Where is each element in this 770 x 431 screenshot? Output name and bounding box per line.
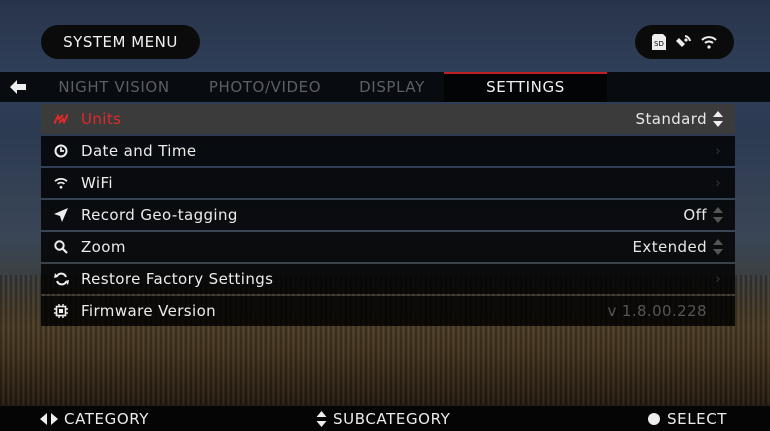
setting-label: Zoom xyxy=(81,238,126,256)
setting-label: Units xyxy=(81,110,122,128)
hint-select-label: SELECT xyxy=(667,409,728,428)
select-dot-icon xyxy=(648,412,660,425)
chevron-right-icon: › xyxy=(715,175,721,191)
ruler-arrows-icon xyxy=(41,114,81,124)
setting-label: Record Geo-tagging xyxy=(81,206,238,224)
viewfinder-screen: SYSTEM MENU SD NIGHT VISION PHOTO/VIDEO … xyxy=(0,0,770,431)
tab-night-vision[interactable]: NIGHT VISION xyxy=(40,72,188,102)
setting-row-date-time[interactable]: Date and Time › xyxy=(41,136,735,166)
wifi-icon xyxy=(41,177,81,189)
svg-text:SD: SD xyxy=(654,40,664,48)
firmware-version-value: v 1.8.00.228 xyxy=(607,302,707,320)
tab-photo-video[interactable]: PHOTO/VIDEO xyxy=(190,72,340,102)
setting-label: Firmware Version xyxy=(81,302,217,320)
wifi-icon xyxy=(701,35,717,49)
updown-arrows-icon xyxy=(713,207,723,223)
chevron-right-icon: › xyxy=(715,143,721,159)
setting-value[interactable]: Extended xyxy=(633,238,735,256)
hint-category: CATEGORY xyxy=(40,406,149,431)
hint-subcategory-label: SUBCATEGORY xyxy=(333,409,451,428)
setting-row-zoom[interactable]: Zoom Extended xyxy=(41,232,735,262)
chevron-right-icon: › xyxy=(715,271,721,287)
system-menu-title: SYSTEM MENU xyxy=(41,25,200,59)
setting-row-restore-factory[interactable]: Restore Factory Settings › xyxy=(41,264,735,294)
chip-icon xyxy=(41,304,81,318)
search-icon xyxy=(41,240,81,254)
setting-row-units[interactable]: Units Standard xyxy=(41,104,735,134)
setting-value[interactable]: Off xyxy=(683,206,735,224)
location-arrow-icon xyxy=(41,208,81,222)
setting-label: WiFi xyxy=(81,174,113,192)
clock-icon xyxy=(41,144,81,158)
setting-label: Date and Time xyxy=(81,142,197,160)
setting-label: Restore Factory Settings xyxy=(81,270,274,288)
hint-subcategory: SUBCATEGORY xyxy=(316,406,450,431)
settings-list: Units Standard Date and Time › WiFi › Re… xyxy=(41,104,735,328)
setting-row-geo-tagging[interactable]: Record Geo-tagging Off xyxy=(41,200,735,230)
updown-arrows-icon xyxy=(713,111,723,127)
updown-arrows-icon xyxy=(713,239,723,255)
gps-satellite-icon xyxy=(675,34,692,50)
back-arrow-icon[interactable] xyxy=(10,79,28,99)
tab-settings[interactable]: SETTINGS xyxy=(444,72,607,102)
setting-value[interactable]: Standard xyxy=(636,110,735,128)
category-tabbar: NIGHT VISION PHOTO/VIDEO DISPLAY SETTING… xyxy=(0,72,770,102)
left-right-arrows-icon xyxy=(40,412,58,425)
refresh-icon xyxy=(41,272,81,286)
hint-category-label: CATEGORY xyxy=(64,409,150,428)
sd-card-icon: SD xyxy=(652,34,667,50)
setting-row-firmware: Firmware Version v 1.8.00.228 xyxy=(41,296,735,326)
updown-arrows-icon xyxy=(316,410,327,427)
tab-display[interactable]: DISPLAY xyxy=(342,72,442,102)
control-hints-bar: CATEGORY SUBCATEGORY SELECT xyxy=(0,406,770,431)
status-bar: SD xyxy=(635,25,734,59)
hint-select: SELECT xyxy=(647,406,727,431)
setting-row-wifi[interactable]: WiFi › xyxy=(41,168,735,198)
